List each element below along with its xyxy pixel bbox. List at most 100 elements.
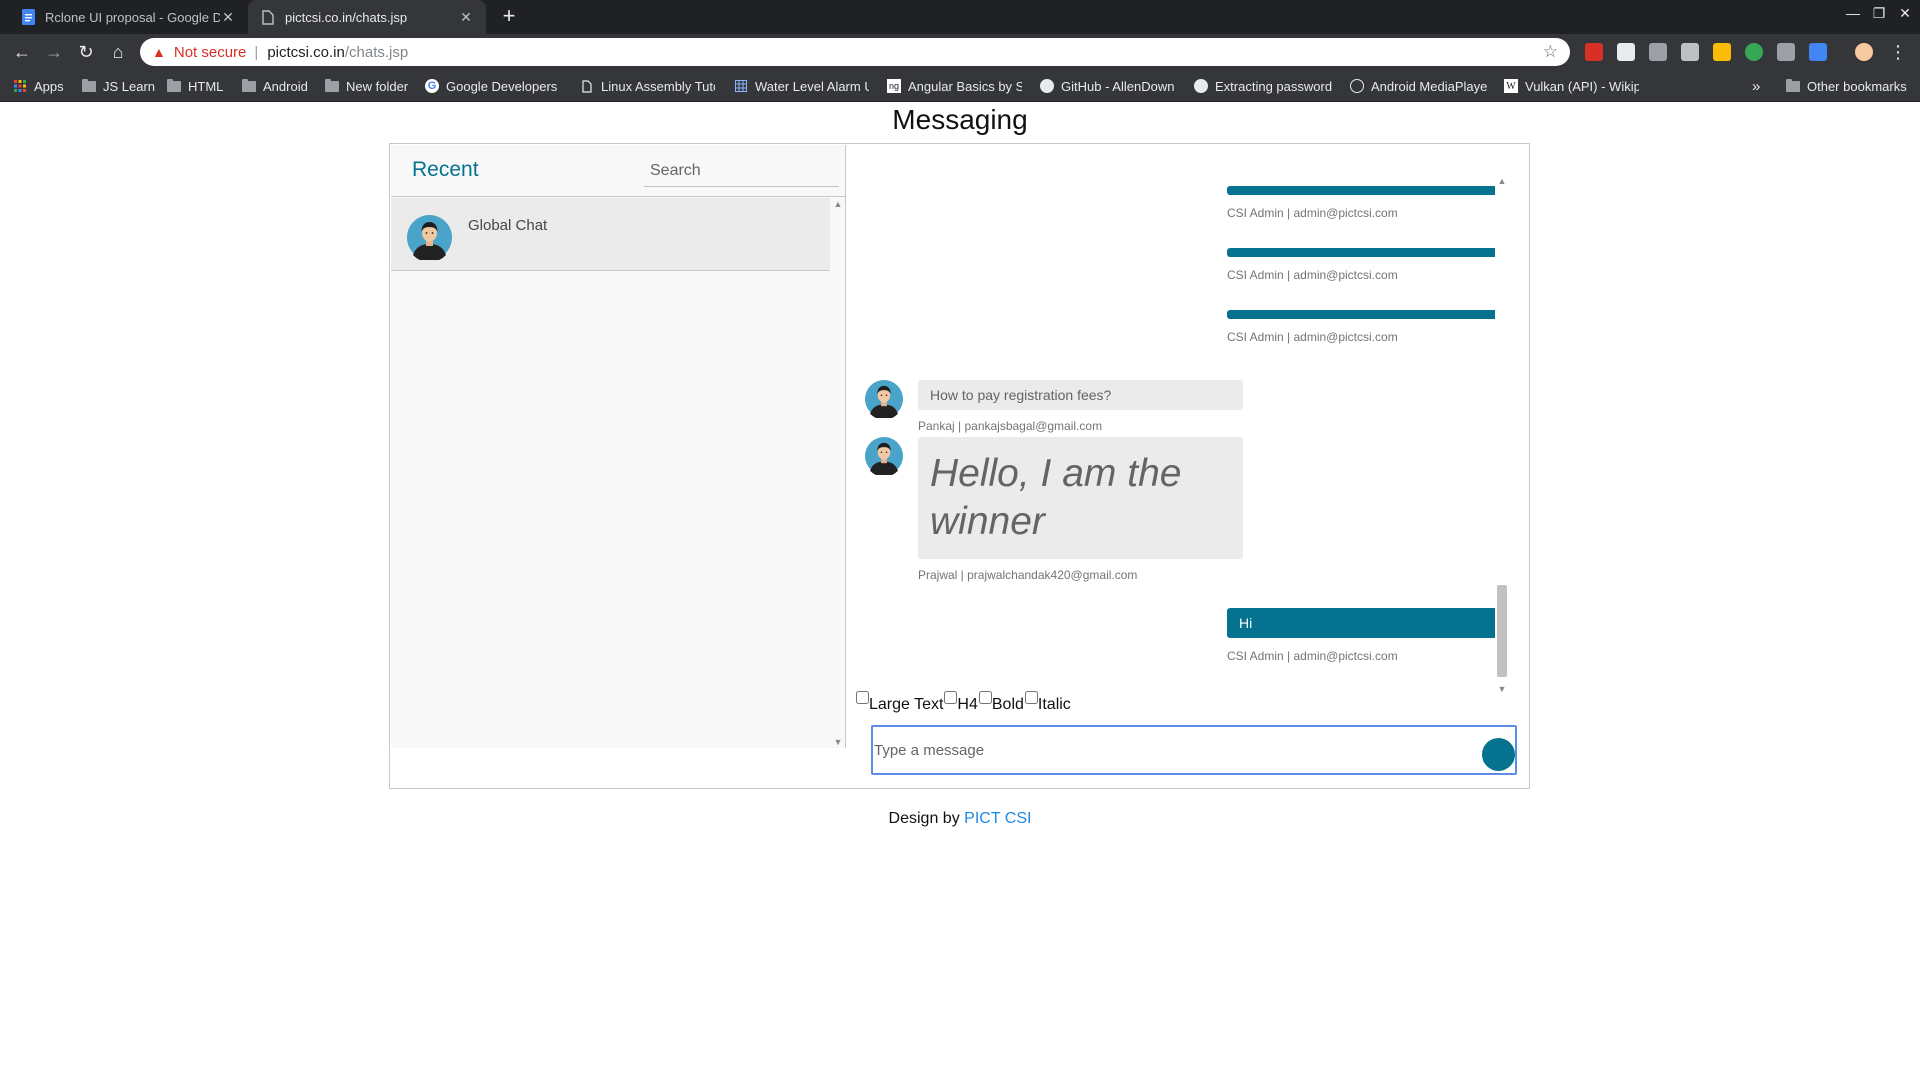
bookmark-js-learn[interactable]: JS Learn: [82, 77, 162, 95]
bookmark-label: Google Developers: [446, 78, 558, 94]
italic-label: Italic: [1037, 696, 1071, 713]
wikipedia-icon: W: [1504, 79, 1518, 93]
bookmark-star-icon[interactable]: ☆: [1543, 42, 1558, 62]
page-icon: [580, 79, 594, 93]
warning-icon: ▲: [152, 44, 166, 60]
scroll-up-icon[interactable]: ▲: [831, 198, 845, 210]
large-text-label: Large Text: [869, 696, 944, 713]
search-input[interactable]: [644, 157, 839, 185]
tab-chats[interactable]: pictcsi.co.in/chats.jsp ✕: [248, 0, 486, 34]
bookmark-label: New folder: [346, 78, 409, 94]
google-icon: G: [425, 79, 439, 93]
extension-icon[interactable]: [1617, 43, 1635, 61]
forward-icon[interactable]: →: [42, 40, 66, 64]
outgoing-bubble: [1227, 248, 1495, 257]
footer-credit: Design by: [888, 810, 960, 827]
scrollbar-thumb[interactable]: [1497, 585, 1507, 677]
bold-checkbox[interactable]: [978, 691, 992, 704]
tab-strip: Rclone UI proposal - Google Do ✕ pictcsi…: [0, 0, 1920, 34]
close-icon[interactable]: ✕: [458, 9, 474, 26]
outgoing-message: Hi CSI Admin | admin@pictcsi.com: [1227, 608, 1495, 663]
adblock-extension-icon[interactable]: [1585, 43, 1603, 61]
minimize-icon[interactable]: —: [1842, 4, 1864, 22]
folder-icon: [242, 78, 256, 93]
bookmark-label: Extracting passwords: [1215, 78, 1332, 94]
message-scrollbar[interactable]: ▲ ▼: [1495, 175, 1509, 695]
bookmark-android-mediaplayer[interactable]: Android MediaPlaye: [1350, 77, 1488, 95]
send-button[interactable]: [1482, 738, 1515, 771]
folder-icon: [1786, 78, 1800, 93]
back-icon[interactable]: ←: [10, 40, 34, 64]
bookmark-new-folder[interactable]: New folder: [325, 77, 421, 95]
extension-icon[interactable]: [1777, 43, 1795, 61]
grid-icon: [734, 79, 748, 93]
bookmark-google-developers[interactable]: G Google Developers: [425, 77, 561, 95]
bookmark-linux-assembly[interactable]: Linux Assembly Tuto: [580, 77, 715, 95]
close-icon[interactable]: ✕: [220, 9, 236, 26]
h4-checkbox[interactable]: [944, 691, 958, 704]
bookmark-label: Angular Basics by S: [908, 78, 1022, 94]
outgoing-bubble: [1227, 186, 1495, 195]
reload-icon[interactable]: ↻: [74, 40, 98, 64]
docs-icon: [20, 9, 36, 25]
bookmark-html[interactable]: HTML: [167, 77, 239, 95]
menu-kebab-icon[interactable]: ⋮: [1886, 40, 1910, 64]
page-icon: [260, 9, 276, 25]
bookmark-angular-basics[interactable]: ng Angular Basics by S: [887, 77, 1022, 95]
bookmark-water-level-alarm[interactable]: Water Level Alarm U: [734, 77, 869, 95]
home-icon[interactable]: ⌂: [106, 40, 130, 64]
address-bar[interactable]: ▲ Not secure | pictcsi.co.in /chats.jsp …: [140, 38, 1570, 66]
outgoing-bubble: Hi: [1227, 608, 1495, 638]
recent-heading: Recent: [412, 158, 479, 181]
bookmark-label: HTML: [188, 78, 224, 94]
incoming-bubble: How to pay registration fees?: [918, 380, 1243, 410]
download-extension-icon[interactable]: [1809, 43, 1827, 61]
bookmark-github-allendown[interactable]: GitHub - AllenDown: [1040, 77, 1175, 95]
bookmarks-overflow-chevron-icon[interactable]: »: [1752, 77, 1766, 95]
message-panel: CSI Admin | admin@pictcsi.com CSI Admin …: [847, 145, 1529, 787]
profile-avatar-icon[interactable]: [1855, 43, 1873, 61]
outgoing-message: CSI Admin | admin@pictcsi.com: [1227, 310, 1495, 344]
tab-rclone-proposal[interactable]: Rclone UI proposal - Google Do ✕: [8, 0, 248, 34]
sidebar-header: Recent: [391, 145, 845, 197]
tab-title: pictcsi.co.in/chats.jsp: [285, 9, 408, 25]
scroll-down-icon[interactable]: ▼: [831, 736, 845, 748]
bookmark-label: Vulkan (API) - Wikipe: [1525, 78, 1639, 94]
scroll-up-icon[interactable]: ▲: [1495, 175, 1509, 187]
pict-csi-link[interactable]: PICT CSI: [964, 810, 1031, 827]
messaging-container: Recent Global Chat ▲ ▼: [389, 143, 1530, 789]
scroll-down-icon[interactable]: ▼: [1495, 683, 1509, 695]
message-meta: CSI Admin | admin@pictcsi.com: [1227, 330, 1398, 344]
chat-name: Global Chat: [468, 217, 548, 234]
incoming-message: Hello, I am the winner Prajwal | prajwal…: [865, 437, 1265, 587]
folder-icon: [167, 78, 181, 93]
message-meta: CSI Admin | admin@pictcsi.com: [1227, 206, 1398, 220]
folder-icon: [325, 78, 339, 93]
extension-icon[interactable]: [1681, 43, 1699, 61]
sidebar-scrollbar[interactable]: ▲ ▼: [831, 198, 845, 748]
github-icon: [1040, 79, 1054, 93]
bookmark-vulkan-wikipedia[interactable]: W Vulkan (API) - Wikipe: [1504, 77, 1639, 95]
new-tab-button[interactable]: +: [496, 4, 522, 30]
bookmark-apps[interactable]: Apps: [13, 77, 73, 95]
extension-icon[interactable]: [1713, 43, 1731, 61]
angular-icon: ng: [887, 79, 901, 93]
outgoing-message: CSI Admin | admin@pictcsi.com: [1227, 248, 1495, 282]
incoming-message: How to pay registration fees? Pankaj | p…: [865, 380, 1265, 440]
restore-icon[interactable]: ❐: [1868, 4, 1890, 22]
bookmark-label: Water Level Alarm U: [755, 78, 869, 94]
bookmark-android[interactable]: Android: [242, 77, 322, 95]
message-meta: Pankaj | pankajsbagal@gmail.com: [918, 419, 1103, 433]
chat-item-global-chat[interactable]: Global Chat: [391, 198, 830, 271]
close-window-icon[interactable]: ✕: [1894, 4, 1916, 22]
bookmark-other-bookmarks[interactable]: Other bookmarks: [1786, 77, 1916, 95]
extension-icon[interactable]: [1649, 43, 1667, 61]
security-label: Not secure: [173, 43, 247, 61]
italic-checkbox[interactable]: [1024, 691, 1038, 704]
message-input[interactable]: [874, 727, 1474, 773]
bookmark-extracting-passwords[interactable]: Extracting passwords: [1194, 77, 1332, 95]
bookmarks-bar: Apps JS Learn HTML Android New folder G …: [0, 70, 1920, 102]
grammarly-extension-icon[interactable]: [1745, 43, 1763, 61]
user-avatar-icon: [865, 380, 903, 418]
large-text-checkbox[interactable]: [856, 691, 869, 704]
